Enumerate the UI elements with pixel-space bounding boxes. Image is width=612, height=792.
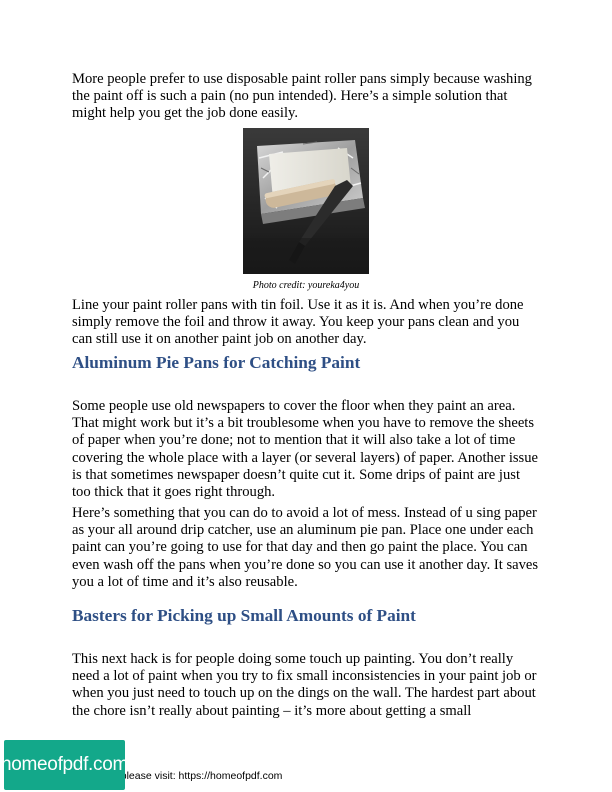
paint-pan-photo [243, 128, 369, 274]
homeofpdf-badge[interactable]: homeofpdf.com [0, 740, 129, 790]
basters-paragraph-1: This next hack is for people doing some … [72, 651, 537, 719]
pie-pans-paragraph-2: Here’s something that you can do to avoi… [72, 505, 539, 590]
photo-caption: Photo credit: youreka4you [252, 280, 360, 291]
foil-paragraph: Line your paint roller pans with tin foi… [72, 297, 524, 348]
foil-lined-pan-image [243, 128, 369, 274]
footer-visit-note: e please visit: https://homeofpdf.com [112, 770, 283, 782]
section-heading-pie-pans: Aluminum Pie Pans for Catching Paint [72, 353, 361, 372]
intro-paragraph: More people prefer to use disposable pai… [72, 71, 532, 122]
section-heading-basters: Basters for Picking up Small Amounts of … [72, 606, 416, 625]
pie-pans-paragraph-1: Some people use old newspapers to cover … [72, 398, 539, 501]
document-page: More people prefer to use disposable pai… [0, 0, 612, 792]
badge-label: homeofpdf.com [0, 754, 129, 775]
